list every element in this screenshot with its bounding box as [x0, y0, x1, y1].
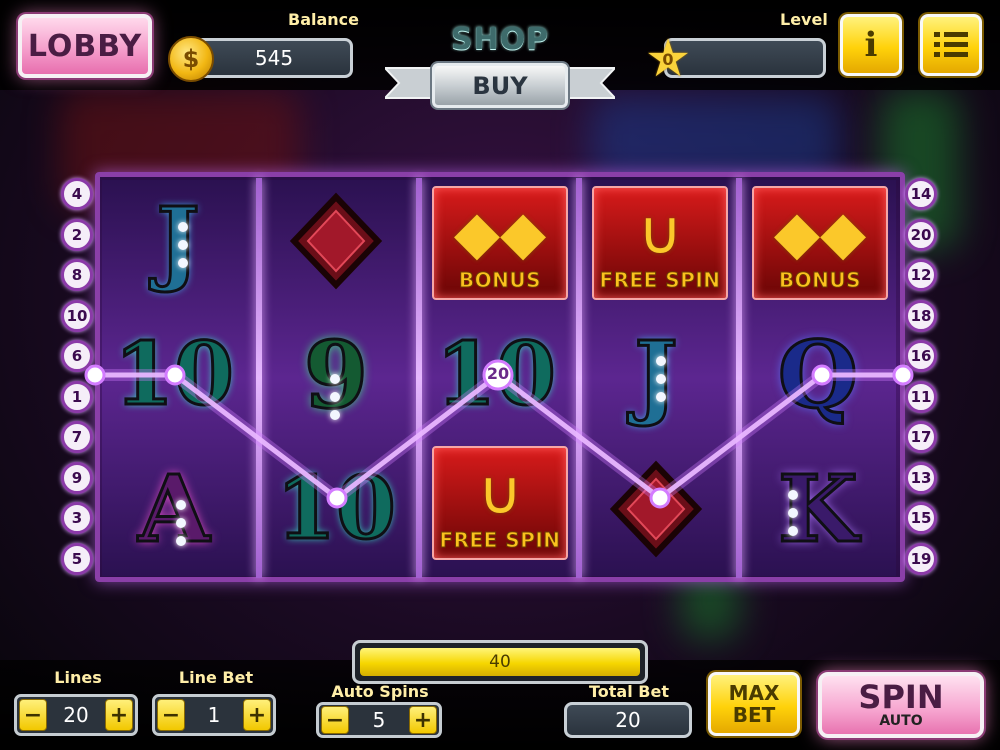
payline-number-left[interactable]: 6 — [61, 340, 93, 372]
payline-number-left[interactable]: 5 — [61, 542, 93, 575]
payline-number-right[interactable]: 13 — [905, 461, 937, 494]
spin-button[interactable]: SPIN AUTO — [818, 672, 984, 738]
auto-spins-increase-button[interactable]: + — [409, 706, 437, 734]
payline-number-left[interactable]: 3 — [61, 502, 93, 534]
payline-number-right[interactable]: 15 — [905, 502, 937, 534]
payline-number-right[interactable]: 17 — [905, 421, 937, 453]
payline-number-left[interactable]: 7 — [61, 421, 93, 453]
auto-spins-label: Auto Spins — [331, 682, 429, 701]
max-bet-button[interactable]: MAX BET — [708, 672, 800, 736]
spin-auto-label: AUTO — [879, 713, 923, 729]
line-bet-label: Line Bet — [178, 668, 254, 687]
payline-number-right[interactable]: 19 — [905, 542, 937, 575]
lines-value: 20 — [63, 703, 89, 727]
payline-number-right[interactable]: 14 — [905, 178, 937, 210]
win-amount: 20 — [486, 364, 510, 383]
progress-fill: 40 — [360, 648, 640, 676]
payline-number-right[interactable]: 20 — [905, 218, 937, 251]
lines-decrease-button[interactable]: − — [19, 699, 47, 731]
line-bet-increase-button[interactable]: + — [243, 699, 271, 731]
payline-number-right[interactable]: 18 — [905, 299, 937, 332]
auto-spins-stepper: − 5 + — [316, 702, 442, 738]
progress-bar: 40 — [352, 640, 648, 684]
payline-number-left[interactable]: 9 — [61, 461, 93, 494]
auto-spins-value: 5 — [372, 708, 386, 732]
payline-number-left[interactable]: 2 — [61, 218, 93, 251]
total-bet-value: 20 — [615, 708, 641, 732]
payline-number-left[interactable]: 8 — [61, 259, 93, 291]
payline-number-right[interactable]: 11 — [905, 380, 937, 413]
lines-increase-button[interactable]: + — [105, 699, 133, 731]
lines-label: Lines — [54, 668, 102, 687]
spin-label: SPIN — [858, 678, 944, 716]
line-bet-decrease-button[interactable]: − — [157, 699, 185, 731]
total-bet-display: 20 — [564, 702, 692, 738]
auto-spins-decrease-button[interactable]: − — [321, 706, 349, 734]
lines-stepper: − 20 + — [14, 694, 138, 736]
payline-number-right[interactable]: 12 — [905, 259, 937, 291]
payline-number-right[interactable]: 16 — [905, 340, 937, 372]
total-bet-label: Total Bet — [589, 682, 669, 701]
payline-number-left[interactable]: 1 — [61, 380, 93, 413]
progress-value: 40 — [489, 652, 511, 672]
line-bet-value: 1 — [207, 703, 221, 727]
payline-number-left[interactable]: 4 — [61, 178, 93, 210]
payline-number-left[interactable]: 10 — [61, 299, 93, 332]
line-bet-stepper: − 1 + — [152, 694, 276, 736]
